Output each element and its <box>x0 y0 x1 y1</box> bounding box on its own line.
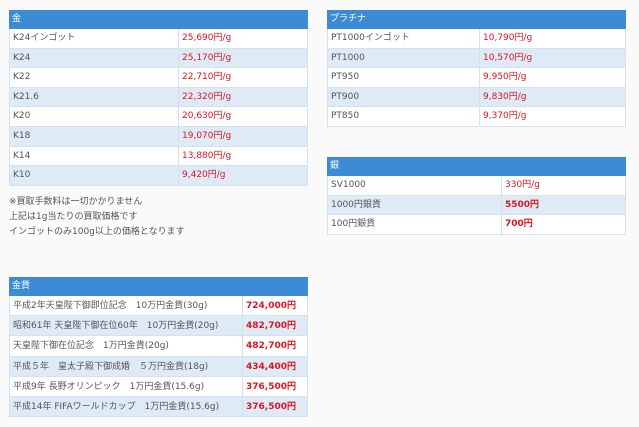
item-price: 25,690円/g <box>178 29 307 48</box>
item-name: PT850 <box>331 111 360 122</box>
table-row: PT1000インゴット 10,790円/g <box>327 29 626 49</box>
item-name: K21.6 <box>13 91 39 102</box>
item-price: 13,880円/g <box>178 146 307 166</box>
item-name: 平成9年 長野オリンピック 1万円金貨(15.6g) <box>13 381 205 392</box>
item-price: 5500円 <box>501 195 625 215</box>
item-price: 10,790円/g <box>479 29 625 48</box>
gold-coin-price-table: 金貨 平成2年天皇陛下御即位記念 10万円金貨(30g) 724,000円 昭和… <box>9 277 308 418</box>
item-price: 724,000円 <box>242 296 307 316</box>
item-name: K22 <box>13 72 31 83</box>
gold-coin-table-header: 金貨 <box>9 277 308 296</box>
platinum-table-header: プラチナ <box>327 10 626 29</box>
table-row: 1000円銀貨 5500円 <box>327 195 626 216</box>
item-name: PT1000 <box>331 52 365 63</box>
item-name: 平成５年 皇太子殿下御成婚 ５万円金貨(18g) <box>13 361 209 372</box>
table-row: PT950 9,950円/g <box>327 68 626 88</box>
item-price: 482,700円 <box>242 316 307 336</box>
item-price: 482,700円 <box>242 336 307 356</box>
table-row: K14 13,880円/g <box>9 146 308 167</box>
gold-price-table: 金 K24インゴット 25,690円/g K24 25,170円/g K22 2… <box>9 10 308 186</box>
item-name: K20 <box>13 111 31 122</box>
item-name: PT1000インゴット <box>331 33 410 43</box>
item-price: 10,570円/g <box>479 48 625 68</box>
table-row: 天皇陛下御在位記念 1万円金貨(20g) 482,700円 <box>9 336 308 357</box>
item-price: 9,830円/g <box>479 87 625 107</box>
item-price: 376,500円 <box>242 396 307 417</box>
item-price: 700円 <box>501 215 625 234</box>
item-name: 天皇陛下御在位記念 1万円金貨(20g) <box>13 341 169 352</box>
platinum-price-table: プラチナ PT1000インゴット 10,790円/g PT1000 10,570… <box>327 10 626 127</box>
silver-table-header: 銀 <box>327 157 626 176</box>
table-row: K20 20,630円/g <box>9 107 308 127</box>
item-name: SV1000 <box>331 180 366 190</box>
item-price: 9,420円/g <box>178 166 307 185</box>
item-name: 平成14年 FIFAワールドカップ 1万円金貨(15.6g) <box>13 401 220 412</box>
note-line: 上記は1g当たりの買取価格です <box>9 212 138 222</box>
item-price: 330円/g <box>501 176 625 195</box>
item-price: 19,070円/g <box>178 126 307 146</box>
item-name: K24インゴット <box>13 33 76 43</box>
item-name: 100円銀貨 <box>331 219 376 230</box>
item-price: 434,400円 <box>242 356 307 376</box>
gold-table-header: 金 <box>9 10 308 29</box>
table-row: K18 19,070円/g <box>9 126 308 147</box>
table-row: K10 9,420円/g <box>9 166 308 186</box>
item-name: K14 <box>13 150 31 161</box>
item-name: 平成2年天皇陛下御即位記念 10万円金貨(30g) <box>13 301 208 311</box>
item-price: 9,950円/g <box>479 68 625 87</box>
table-row: K21.6 22,320円/g <box>9 87 308 108</box>
table-row: PT850 9,370円/g <box>327 107 626 127</box>
note-line: ※買取手数料は一切かかりません <box>9 197 143 207</box>
item-name: PT950 <box>331 72 360 83</box>
table-row: PT1000 10,570円/g <box>327 48 626 69</box>
table-row: K24 25,170円/g <box>9 48 308 69</box>
item-name: K24 <box>13 52 31 63</box>
item-name: K10 <box>13 170 31 181</box>
table-row: 平成５年 皇太子殿下御成婚 ５万円金貨(18g) 434,400円 <box>9 356 308 377</box>
item-price: 22,320円/g <box>178 87 307 107</box>
item-name: K18 <box>13 130 31 141</box>
item-price: 376,500円 <box>242 376 307 396</box>
item-name: 1000円銀貨 <box>331 199 381 210</box>
table-row: PT900 9,830円/g <box>327 87 626 108</box>
note-line: インゴットのみ100g以上の価格となります <box>9 227 185 237</box>
table-row: 平成9年 長野オリンピック 1万円金貨(15.6g) 376,500円 <box>9 376 308 397</box>
table-row: 平成2年天皇陛下御即位記念 10万円金貨(30g) 724,000円 <box>9 296 308 317</box>
item-price: 20,630円/g <box>178 107 307 126</box>
item-price: 9,370円/g <box>479 107 625 126</box>
item-price: 25,170円/g <box>178 48 307 68</box>
silver-price-table: 銀 SV1000 330円/g 1000円銀貨 5500円 100円銀貨 700… <box>327 157 626 235</box>
price-notes: ※買取手数料は一切かかりません 上記は1g当たりの買取価格です インゴットのみ1… <box>9 195 309 240</box>
item-name: PT900 <box>331 91 360 102</box>
table-row: K24インゴット 25,690円/g <box>9 29 308 49</box>
table-row: 100円銀貨 700円 <box>327 215 626 235</box>
item-price: 22,710円/g <box>178 68 307 87</box>
table-row: K22 22,710円/g <box>9 68 308 88</box>
table-row: 平成14年 FIFAワールドカップ 1万円金貨(15.6g) 376,500円 <box>9 396 308 418</box>
table-row: 昭和61年 天皇陛下御在位60年 10万円金貨(20g) 482,700円 <box>9 316 308 337</box>
table-row: SV1000 330円/g <box>327 176 626 196</box>
item-name: 昭和61年 天皇陛下御在位60年 10万円金貨(20g) <box>13 321 219 332</box>
